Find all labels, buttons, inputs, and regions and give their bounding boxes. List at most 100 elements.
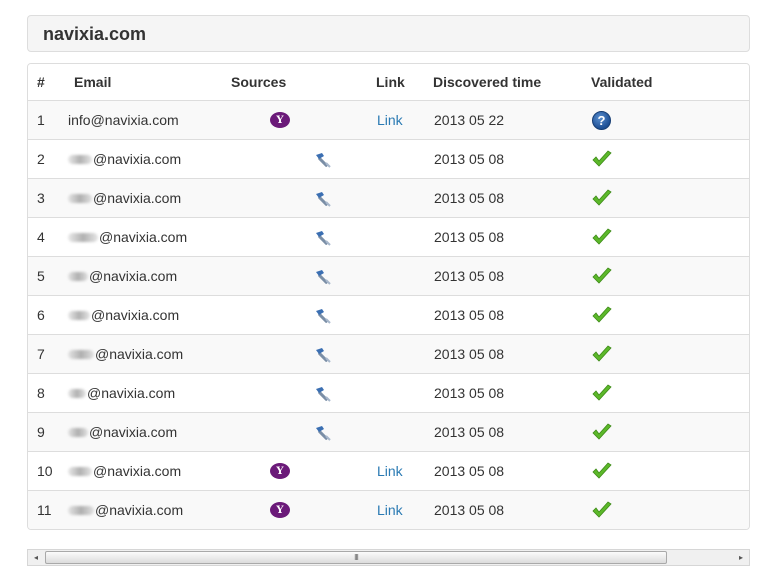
discovered-date: 2013 05 08 bbox=[434, 190, 505, 206]
row-number: 7 bbox=[37, 346, 45, 362]
row-number: 10 bbox=[37, 463, 53, 479]
scroll-left-icon[interactable]: ◂ bbox=[28, 550, 44, 565]
discovered-date: 2013 05 08 bbox=[434, 502, 505, 518]
table-row: 10 @navixia.com Y Link 2013 05 08 bbox=[28, 452, 749, 491]
table-row: 4 @navixia.com 2013 05 08 bbox=[28, 218, 749, 257]
email-domain: @navixia.com bbox=[89, 268, 178, 284]
column-header-number: # bbox=[37, 74, 45, 90]
email-address: @navixia.com bbox=[68, 346, 183, 362]
source-link[interactable]: Link bbox=[377, 463, 403, 479]
redacted-email-prefix bbox=[68, 310, 90, 320]
tool-icon bbox=[316, 348, 331, 363]
discovered-date: 2013 05 08 bbox=[434, 385, 505, 401]
checkmark-icon bbox=[592, 423, 612, 440]
email-domain: @navixia.com bbox=[95, 346, 184, 362]
redacted-email-prefix bbox=[68, 388, 86, 398]
redacted-email-prefix bbox=[68, 154, 92, 164]
table-row: 2 @navixia.com 2013 05 08 bbox=[28, 140, 749, 179]
table-row: 1 info @navixia.com Y Link 2013 05 22? bbox=[28, 101, 749, 140]
row-number: 4 bbox=[37, 229, 45, 245]
email-address: @navixia.com bbox=[68, 502, 183, 518]
email-domain: @navixia.com bbox=[87, 385, 176, 401]
discovered-date: 2013 05 08 bbox=[434, 151, 505, 167]
column-header-link: Link bbox=[376, 74, 405, 90]
email-domain: @navixia.com bbox=[93, 463, 182, 479]
email-domain: @navixia.com bbox=[93, 151, 182, 167]
email-address: @navixia.com bbox=[68, 268, 177, 284]
redacted-email-prefix bbox=[68, 232, 98, 242]
checkmark-icon bbox=[592, 345, 612, 362]
table-row: 5 @navixia.com 2013 05 08 bbox=[28, 257, 749, 296]
discovered-date: 2013 05 08 bbox=[434, 463, 505, 479]
email-address: @navixia.com bbox=[68, 463, 181, 479]
email-address: @navixia.com bbox=[68, 190, 181, 206]
checkmark-icon bbox=[592, 462, 612, 479]
tool-icon bbox=[316, 153, 331, 168]
email-address: @navixia.com bbox=[68, 385, 175, 401]
discovered-date: 2013 05 08 bbox=[434, 229, 505, 245]
discovered-date: 2013 05 08 bbox=[434, 346, 505, 362]
checkmark-icon bbox=[592, 228, 612, 245]
table-row: 8 @navixia.com 2013 05 08 bbox=[28, 374, 749, 413]
source-link[interactable]: Link bbox=[377, 502, 403, 518]
redacted-email-prefix bbox=[68, 505, 94, 515]
table-row: 3 @navixia.com 2013 05 08 bbox=[28, 179, 749, 218]
yahoo-icon: Y bbox=[270, 502, 290, 518]
email-prefix: info bbox=[68, 112, 91, 128]
discovered-date: 2013 05 08 bbox=[434, 307, 505, 323]
column-header-discovered: Discovered time bbox=[433, 74, 542, 90]
redacted-email-prefix bbox=[68, 193, 92, 203]
email-address: @navixia.com bbox=[68, 151, 181, 167]
row-number: 8 bbox=[37, 385, 45, 401]
scrollbar-thumb[interactable]: III bbox=[45, 551, 667, 564]
row-number: 1 bbox=[37, 112, 45, 128]
row-number: 3 bbox=[37, 190, 45, 206]
email-domain: @navixia.com bbox=[99, 229, 188, 245]
email-address: @navixia.com bbox=[68, 424, 177, 440]
horizontal-scrollbar[interactable]: ◂ III ▸ bbox=[27, 549, 750, 566]
discovered-date: 2013 05 08 bbox=[434, 268, 505, 284]
checkmark-icon bbox=[592, 501, 612, 518]
redacted-email-prefix bbox=[68, 349, 94, 359]
tool-icon bbox=[316, 309, 331, 324]
checkmark-icon bbox=[592, 306, 612, 323]
email-domain: @navixia.com bbox=[95, 502, 184, 518]
discovered-date: 2013 05 22 bbox=[434, 112, 505, 128]
column-header-sources: Sources bbox=[231, 74, 287, 90]
table-row: 6 @navixia.com 2013 05 08 bbox=[28, 296, 749, 335]
domain-title: navixia.com bbox=[43, 24, 147, 44]
row-number: 6 bbox=[37, 307, 45, 323]
tool-icon bbox=[316, 231, 331, 246]
tool-icon bbox=[316, 387, 331, 402]
row-number: 2 bbox=[37, 151, 45, 167]
redacted-email-prefix bbox=[68, 271, 88, 281]
row-number: 9 bbox=[37, 424, 45, 440]
email-domain: @navixia.com bbox=[93, 190, 182, 206]
row-number: 11 bbox=[37, 502, 52, 518]
tool-icon bbox=[316, 270, 331, 285]
tool-icon bbox=[316, 192, 331, 207]
email-address: @navixia.com bbox=[68, 307, 179, 323]
source-link[interactable]: Link bbox=[377, 112, 403, 128]
column-header-validated: Validated bbox=[591, 74, 653, 90]
checkmark-icon bbox=[592, 384, 612, 401]
scroll-right-icon[interactable]: ▸ bbox=[733, 550, 749, 565]
table-row: 7 @navixia.com 2013 05 08 bbox=[28, 335, 749, 374]
discovered-date: 2013 05 08 bbox=[434, 424, 505, 440]
redacted-email-prefix bbox=[68, 427, 88, 437]
yahoo-icon: Y bbox=[270, 463, 290, 479]
email-address: info @navixia.com bbox=[68, 112, 179, 128]
question-icon: ? bbox=[592, 111, 611, 130]
checkmark-icon bbox=[592, 267, 612, 284]
table-row: 9 @navixia.com 2013 05 08 bbox=[28, 413, 749, 452]
checkmark-icon bbox=[592, 150, 612, 167]
email-address: @navixia.com bbox=[68, 229, 187, 245]
checkmark-icon bbox=[592, 189, 612, 206]
row-number: 5 bbox=[37, 268, 45, 284]
redacted-email-prefix bbox=[68, 466, 92, 476]
yahoo-icon: Y bbox=[270, 112, 290, 128]
email-domain: @navixia.com bbox=[90, 112, 179, 128]
email-domain: @navixia.com bbox=[89, 424, 178, 440]
emails-table: # Email Sources Link Discovered time Val… bbox=[27, 63, 750, 530]
table-header-row: # Email Sources Link Discovered time Val… bbox=[28, 64, 749, 101]
